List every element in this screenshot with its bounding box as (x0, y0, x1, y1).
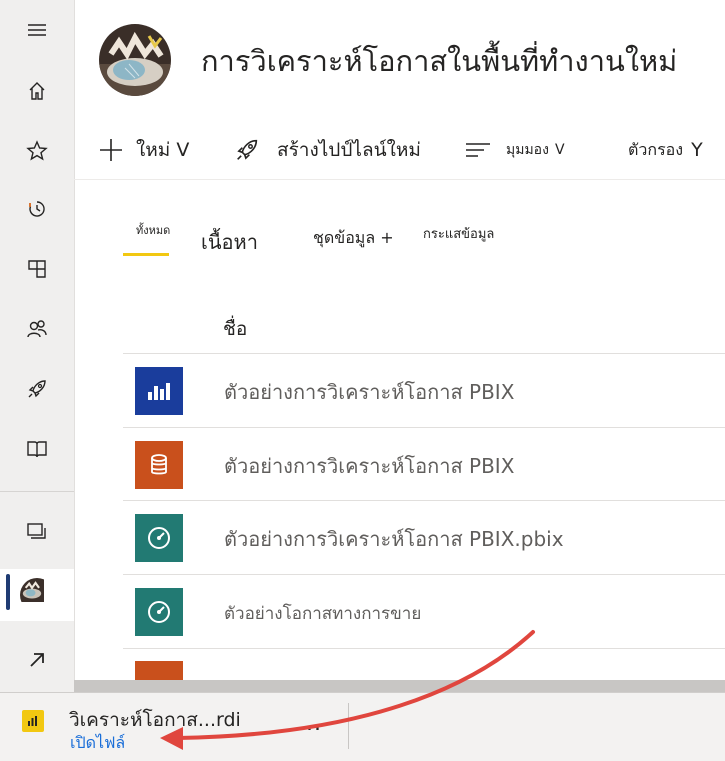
item-name[interactable]: ตัวอย่างโอกาสทางการขาย (224, 600, 421, 627)
pbix-file-icon (22, 710, 44, 732)
table-row[interactable]: ตัวอย่างการวิเคราะห์โอกาส PBIX (123, 427, 725, 501)
item-name[interactable]: ตัวอย่างการวิเคราะห์โอกาส PBIX (224, 376, 514, 408)
report-icon (135, 367, 183, 415)
tab-all[interactable]: ทั้งหมด (136, 221, 170, 239)
view-label: มุมมอง (506, 142, 549, 158)
favorites-star-icon[interactable] (0, 128, 74, 174)
table-row[interactable]: ตัวอย่างการวิเคราะห์โอกาส PBIX.pbix (123, 500, 725, 574)
view-lines-icon (466, 143, 490, 157)
home-icon[interactable] (0, 68, 74, 114)
pop-out-arrow-icon[interactable] (0, 637, 74, 683)
tab-all-underline (123, 253, 169, 256)
workspace-avatar (99, 24, 171, 96)
left-nav-rail (0, 0, 75, 692)
hamburger-menu-icon[interactable] (0, 7, 74, 53)
item-name[interactable]: ตัวอย่างการวิเคราะห์โอกาส PBIX (224, 450, 514, 482)
name-column-header[interactable]: ชื่อ (223, 314, 247, 344)
new-label: ใหม่ (136, 139, 171, 161)
tab-dataflows[interactable]: กระแสข้อมูล (423, 223, 494, 244)
open-file-link[interactable]: เปิดไฟล์ (70, 731, 125, 756)
dataset-icon (135, 441, 183, 489)
tab-content[interactable]: เนื้อหา (201, 226, 258, 258)
rail-divider (0, 491, 74, 492)
filter-label: ตัวกรอง (628, 139, 684, 159)
item-name[interactable]: ตัวอย่างการวิเคราะห์โอกาส PBIX.pbix (224, 523, 564, 555)
create-pipeline-label: สร้างไปป์ไลน์ใหม่ (277, 139, 421, 161)
new-button[interactable]: ใหม่ V (98, 132, 189, 168)
dashboard-icon (135, 588, 183, 636)
recent-clock-icon[interactable] (0, 186, 74, 232)
command-bar-divider (74, 179, 725, 180)
workspaces-icon[interactable] (0, 509, 74, 555)
table-row[interactable]: ตัวอย่างโอกาสทางการขาย (123, 574, 725, 648)
active-indicator (6, 574, 10, 610)
create-pipeline-button[interactable]: สร้างไปป์ไลน์ใหม่ (233, 132, 421, 168)
apps-icon[interactable] (0, 246, 74, 292)
dashboard-icon (135, 514, 183, 562)
shared-with-me-icon[interactable] (0, 306, 74, 352)
download-divider (348, 703, 349, 749)
view-dropdown[interactable]: มุมมอง V (464, 132, 565, 168)
download-more-button[interactable]: ... (298, 711, 322, 736)
plus-icon (100, 139, 122, 161)
rocket-icon (237, 139, 258, 160)
learn-book-icon[interactable] (0, 426, 74, 472)
new-chevron: V (176, 139, 190, 161)
filter-icon: Y (691, 139, 703, 161)
deployment-pipelines-rocket-icon[interactable] (0, 366, 74, 412)
download-bar: วิเคราะห์โอกาส...rdi เปิดไฟล์ ... (0, 692, 725, 761)
filter-button[interactable]: ตัวกรอง Y (628, 132, 703, 168)
current-workspace-item[interactable] (0, 569, 74, 621)
workspace-avatar-small (20, 578, 54, 612)
view-chevron: V (554, 142, 565, 158)
horizontal-scrollbar[interactable] (74, 680, 725, 692)
table-row[interactable]: ตัวอย่างการวิเคราะห์โอกาส PBIX (123, 353, 725, 427)
tab-datasets[interactable]: ชุดข้อมูล + (313, 226, 394, 251)
workspace-title: การวิเคราะห์โอกาสในพื้นที่ทำงานใหม่ (201, 44, 678, 78)
